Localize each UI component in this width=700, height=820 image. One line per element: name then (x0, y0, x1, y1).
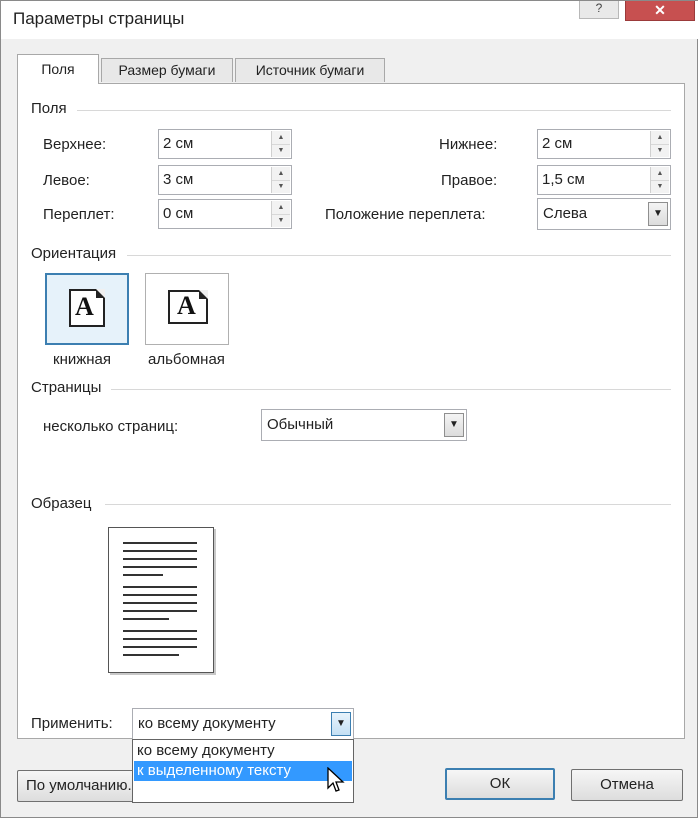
apply-label: Применить: (31, 715, 113, 732)
dialog-title: Параметры страницы (13, 9, 185, 28)
margins-group-label: Поля (31, 100, 67, 117)
bottom-margin-spinner[interactable]: 2 см ▲ ▼ (537, 129, 671, 159)
tab-margins[interactable]: Поля (17, 54, 99, 84)
spin-up-icon[interactable]: ▲ (651, 131, 669, 145)
page-setup-dialog: Параметры страницы ? ✕ Поля Размер бумаг… (0, 0, 699, 818)
tab-paper-source-label: Источник бумаги (255, 62, 365, 78)
left-margin-spinner[interactable]: 3 см ▲ ▼ (158, 165, 292, 195)
chevron-down-icon[interactable]: ▼ (648, 202, 668, 226)
landscape-page-icon: A (168, 290, 208, 324)
portrait-label: книжная (53, 351, 112, 368)
spin-down-icon[interactable]: ▼ (651, 180, 669, 193)
gutter-value: 0 см (163, 205, 194, 222)
spin-down-icon[interactable]: ▼ (272, 180, 290, 193)
preview-group-label: Образец (31, 495, 92, 512)
title-bar: Параметры страницы ? ✕ (1, 1, 699, 39)
multiple-pages-select[interactable]: Обычный ▼ (261, 409, 467, 441)
landscape-icon-letter: A (177, 291, 196, 320)
spin-down-icon[interactable]: ▼ (651, 144, 669, 157)
gutter-label: Переплет: (43, 206, 115, 223)
apply-select[interactable]: ко всему документу ▼ (132, 708, 354, 740)
tab-paper-size-label: Размер бумаги (118, 62, 216, 78)
preview-page (108, 527, 214, 673)
top-margin-label: Верхнее: (43, 136, 107, 153)
close-icon: ✕ (654, 2, 666, 18)
spin-down-icon[interactable]: ▼ (272, 144, 290, 157)
landscape-orientation-button[interactable]: A (145, 273, 229, 345)
apply-option-selected-text[interactable]: к выделенному тексту (134, 761, 352, 781)
apply-dropdown-list: ко всему документу к выделенному тексту (132, 739, 354, 803)
portrait-orientation-button[interactable]: A (45, 273, 129, 345)
apply-value: ко всему документу (138, 715, 276, 732)
gutter-position-label: Положение переплета: (325, 206, 486, 223)
tab-paper-source[interactable]: Источник бумаги (235, 58, 385, 82)
top-margin-value: 2 см (163, 135, 194, 152)
multiple-pages-value: Обычный (267, 416, 334, 433)
chevron-down-icon[interactable]: ▼ (331, 712, 351, 736)
pages-separator (111, 389, 671, 390)
gutter-spinner[interactable]: 0 см ▲ ▼ (158, 199, 292, 229)
spin-up-icon[interactable]: ▲ (651, 167, 669, 181)
multiple-pages-label: несколько страниц: (43, 418, 179, 435)
chevron-down-icon[interactable]: ▼ (444, 413, 464, 437)
spin-up-icon[interactable]: ▲ (272, 131, 290, 145)
tab-paper-size[interactable]: Размер бумаги (101, 58, 233, 82)
top-margin-spinner[interactable]: 2 см ▲ ▼ (158, 129, 292, 159)
right-margin-label: Правое: (441, 172, 498, 189)
mouse-cursor-icon (327, 767, 345, 792)
pages-group-label: Страницы (31, 379, 102, 396)
spin-down-icon[interactable]: ▼ (272, 214, 290, 227)
cancel-button[interactable]: Отмена (571, 769, 683, 801)
right-margin-spinner[interactable]: 1,5 см ▲ ▼ (537, 165, 671, 195)
margins-separator (77, 110, 671, 111)
apply-option-whole-document[interactable]: ко всему документу (134, 741, 352, 761)
orientation-group-label: Ориентация (31, 245, 117, 262)
gutter-position-value: Слева (543, 205, 588, 222)
gutter-position-select[interactable]: Слева ▼ (537, 198, 671, 230)
ok-button[interactable]: ОК (445, 768, 555, 800)
help-icon: ? (595, 1, 603, 15)
tab-margins-label: Поля (41, 61, 75, 77)
landscape-label: альбомная (148, 351, 225, 368)
close-button[interactable]: ✕ (625, 1, 695, 21)
left-margin-value: 3 см (163, 171, 194, 188)
bottom-margin-value: 2 см (542, 135, 573, 152)
right-margin-value: 1,5 см (542, 171, 585, 188)
spin-up-icon[interactable]: ▲ (272, 201, 290, 215)
orientation-separator (127, 255, 671, 256)
left-margin-label: Левое: (43, 172, 90, 189)
spin-up-icon[interactable]: ▲ (272, 167, 290, 181)
portrait-icon-letter: A (75, 292, 94, 321)
bottom-margin-label: Нижнее: (439, 136, 498, 153)
help-button[interactable]: ? (579, 1, 619, 19)
preview-separator (105, 504, 671, 505)
portrait-page-icon: A (69, 289, 105, 327)
